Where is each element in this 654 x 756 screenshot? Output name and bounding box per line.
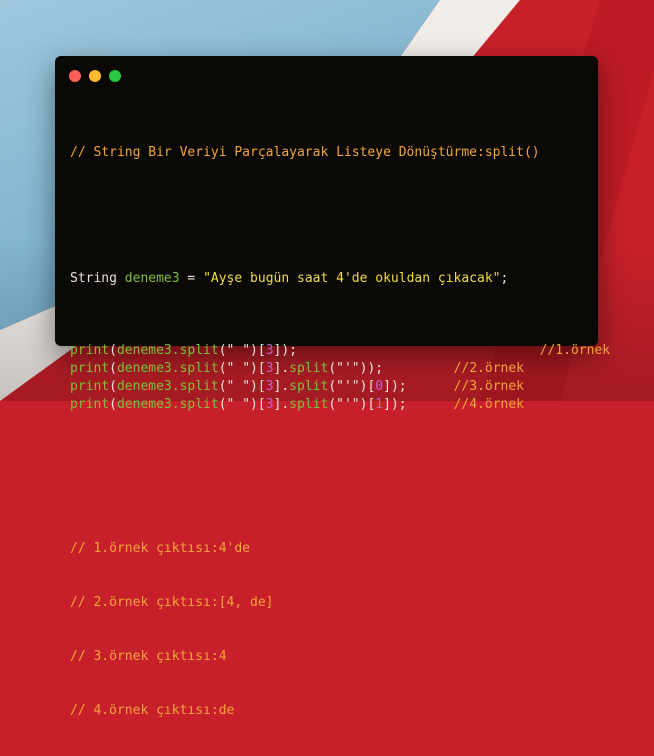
bracket: ].: [273, 397, 290, 412]
code-block: // String Bir Veriyi Parçalayarak Listey…: [70, 108, 610, 756]
line-comment: //4.örnek: [453, 397, 525, 412]
method-call: deneme3.split: [116, 361, 219, 376]
paren: (: [109, 343, 117, 358]
index-number: 3: [265, 361, 274, 376]
print-line-1: print(deneme3.split(" ")[3]); //1.örnek: [70, 342, 610, 360]
split-args: (" ")[: [218, 379, 266, 394]
index-number-2: 0: [375, 379, 384, 394]
output-comment-4: // 4.örnek çıktısı:de: [70, 703, 235, 718]
function-name: print: [70, 379, 110, 394]
function-name: print: [70, 361, 110, 376]
method-call-2: split: [289, 397, 329, 412]
print-line-3: print(deneme3.split(" ")[3].split("'")[0…: [70, 378, 610, 396]
line-comment: //3.örnek: [453, 379, 525, 394]
split-args: (" ")[: [218, 397, 266, 412]
print-statements: print(deneme3.split(" ")[3]); //1.örnek p…: [70, 342, 610, 414]
index-number: 3: [265, 379, 274, 394]
output-comment-1: // 1.örnek çıktısı:4'de: [70, 541, 251, 556]
statement-end: );: [390, 379, 407, 394]
string-literal: "Ayşe bugün saat 4'de okuldan çıkacak": [203, 271, 501, 286]
method-call-2: split: [289, 361, 329, 376]
close-button[interactable]: [69, 70, 81, 82]
assign-operator: =: [179, 271, 204, 286]
paren: (: [109, 361, 117, 376]
split-args-2: ("'"): [328, 361, 368, 376]
minimize-button[interactable]: [89, 70, 101, 82]
index-number: 3: [265, 343, 274, 358]
statement-end: ;: [500, 271, 509, 286]
bracket-2: ]: [383, 379, 391, 394]
code-window: // String Bir Veriyi Parçalayarak Listey…: [55, 56, 610, 718]
output-comment-3: // 3.örnek çıktısı:4: [70, 649, 227, 664]
spacing: [407, 397, 454, 412]
function-name: print: [70, 343, 110, 358]
line-comment: //2.örnek: [453, 361, 525, 376]
spacing: [383, 361, 453, 376]
method-call: deneme3.split: [116, 343, 219, 358]
line-comment: //1.örnek: [539, 343, 611, 358]
split-args: (" ")[: [218, 361, 266, 376]
statement-end: );: [281, 343, 297, 358]
statement-end: );: [367, 361, 384, 376]
function-name: print: [70, 397, 110, 412]
print-line-2: print(deneme3.split(" ")[3].split("'"));…: [70, 360, 610, 378]
bracket: ].: [273, 361, 290, 376]
method-call-2: split: [289, 379, 329, 394]
bracket-2: ]: [383, 397, 391, 412]
method-call: deneme3.split: [116, 397, 219, 412]
output-comment-2: // 2.örnek çıktısı:[4, de]: [70, 595, 274, 610]
index-number: 3: [265, 397, 274, 412]
maximize-button[interactable]: [109, 70, 121, 82]
index-number-2: 1: [375, 397, 384, 412]
split-args: (" ")[: [218, 343, 266, 358]
split-args-2: ("'")[: [328, 379, 376, 394]
type-keyword: String: [70, 271, 125, 286]
method-call: deneme3.split: [116, 379, 219, 394]
paren: (: [109, 379, 117, 394]
split-args-2: ("'")[: [328, 397, 376, 412]
window-controls: [69, 70, 121, 82]
print-line-4: print(deneme3.split(" ")[3].split("'")[1…: [70, 396, 610, 414]
spacing: [297, 343, 540, 358]
declaration-line: String deneme3 = "Ayşe bugün saat 4'de o…: [70, 270, 610, 288]
spacing: [407, 379, 454, 394]
statement-end: );: [390, 397, 407, 412]
variable-name: deneme3: [124, 271, 180, 286]
header-comment: // String Bir Veriyi Parçalayarak Listey…: [70, 145, 540, 160]
paren: (: [109, 397, 117, 412]
bracket: ].: [273, 379, 290, 394]
